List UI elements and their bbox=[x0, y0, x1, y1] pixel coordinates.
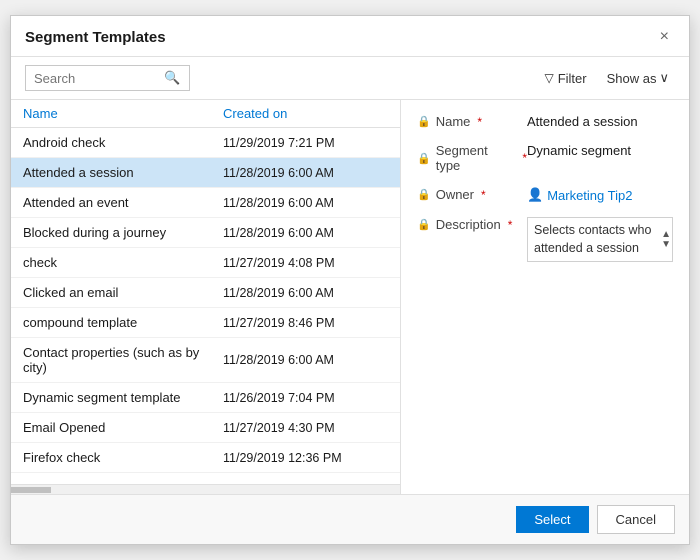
list-header: Name Created on bbox=[11, 100, 400, 128]
row-name: Attended an event bbox=[23, 195, 223, 210]
row-date: 11/28/2019 6:00 AM bbox=[223, 226, 334, 240]
down-arrow[interactable]: ▼ bbox=[661, 240, 671, 250]
row-name: Attended a session bbox=[23, 165, 223, 180]
segment-type-label: Segment type bbox=[436, 143, 516, 173]
detail-panel: 🔒 Name * Attended a session 🔒 Segment ty… bbox=[401, 100, 689, 494]
cancel-button[interactable]: Cancel bbox=[597, 505, 675, 534]
list-panel: Name Created on Android check11/29/2019 … bbox=[11, 100, 401, 494]
col-created-header[interactable]: Created on bbox=[223, 106, 287, 121]
content-area: Name Created on Android check11/29/2019 … bbox=[11, 100, 689, 494]
lock-icon-3: 🔒 bbox=[417, 188, 431, 201]
close-button[interactable]: × bbox=[654, 26, 675, 48]
lock-icon-4: 🔒 bbox=[417, 218, 431, 231]
filter-label: Filter bbox=[558, 71, 587, 86]
row-date: 11/28/2019 6:00 AM bbox=[223, 196, 334, 210]
horizontal-scrollbar[interactable] bbox=[11, 484, 400, 494]
footer: Select Cancel bbox=[11, 494, 689, 544]
lock-icon: 🔒 bbox=[417, 115, 431, 128]
filter-button[interactable]: ▽ Filter bbox=[538, 67, 592, 90]
row-name: Clicked an email bbox=[23, 285, 223, 300]
col-name-header[interactable]: Name bbox=[23, 106, 223, 121]
list-item[interactable]: check11/27/2019 4:08 PM bbox=[11, 248, 400, 278]
list-item[interactable]: Blocked during a journey11/28/2019 6:00 … bbox=[11, 218, 400, 248]
row-name: Dynamic segment template bbox=[23, 390, 223, 405]
row-date: 11/28/2019 6:00 AM bbox=[223, 353, 334, 367]
row-date: 11/29/2019 7:21 PM bbox=[223, 136, 335, 150]
detail-owner-row: 🔒 Owner * 👤 Marketing Tip2 bbox=[417, 187, 673, 203]
required-star-4: * bbox=[508, 218, 513, 232]
row-date: 11/28/2019 6:00 AM bbox=[223, 166, 334, 180]
row-date: 11/26/2019 7:04 PM bbox=[223, 391, 335, 405]
row-name: Blocked during a journey bbox=[23, 225, 223, 240]
name-label-container: 🔒 Name * bbox=[417, 114, 527, 129]
owner-label: Owner bbox=[436, 187, 474, 202]
owner-label-container: 🔒 Owner * bbox=[417, 187, 527, 202]
segment-type-value: Dynamic segment bbox=[527, 143, 631, 158]
segment-templates-dialog: Segment Templates × 🔍 ▽ Filter Show as ∨… bbox=[10, 15, 690, 545]
select-button[interactable]: Select bbox=[516, 506, 588, 533]
show-as-button[interactable]: Show as ∨ bbox=[601, 66, 675, 90]
description-value: Selects contacts who attended a session bbox=[527, 217, 673, 262]
dialog-header: Segment Templates × bbox=[11, 16, 689, 57]
row-name: compound template bbox=[23, 315, 223, 330]
search-input[interactable] bbox=[34, 71, 164, 86]
list-item[interactable]: Clicked an email11/28/2019 6:00 AM bbox=[11, 278, 400, 308]
row-date: 11/27/2019 8:46 PM bbox=[223, 316, 335, 330]
row-date: 11/27/2019 4:08 PM bbox=[223, 256, 335, 270]
owner-value[interactable]: 👤 Marketing Tip2 bbox=[527, 187, 632, 203]
list-item[interactable]: Android check11/29/2019 7:21 PM bbox=[11, 128, 400, 158]
list-item[interactable]: Dynamic segment template11/26/2019 7:04 … bbox=[11, 383, 400, 413]
list-item[interactable]: Contact properties (such as by city)11/2… bbox=[11, 338, 400, 383]
required-star-3: * bbox=[481, 188, 486, 202]
scrollbar-thumb bbox=[11, 487, 51, 493]
detail-description-row: 🔒 Description * Selects contacts who att… bbox=[417, 217, 673, 262]
list-item[interactable]: Email Opened11/27/2019 4:30 PM bbox=[11, 413, 400, 443]
description-label-container: 🔒 Description * bbox=[417, 217, 527, 232]
segment-type-label-container: 🔒 Segment type * bbox=[417, 143, 527, 173]
detail-name-row: 🔒 Name * Attended a session bbox=[417, 114, 673, 129]
row-date: 11/29/2019 12:36 PM bbox=[223, 451, 342, 465]
name-value: Attended a session bbox=[527, 114, 638, 129]
show-as-label: Show as bbox=[607, 71, 657, 86]
row-date: 11/27/2019 4:30 PM bbox=[223, 421, 335, 435]
list-item[interactable]: Firefox check11/29/2019 12:36 PM bbox=[11, 443, 400, 473]
row-name: Firefox check bbox=[23, 450, 223, 465]
owner-name: Marketing Tip2 bbox=[547, 188, 632, 203]
search-icon: 🔍 bbox=[164, 70, 180, 86]
toolbar: 🔍 ▽ Filter Show as ∨ bbox=[11, 57, 689, 100]
search-box: 🔍 bbox=[25, 65, 190, 91]
list-item[interactable]: compound template11/27/2019 8:46 PM bbox=[11, 308, 400, 338]
row-name: Email Opened bbox=[23, 420, 223, 435]
detail-segment-type-row: 🔒 Segment type * Dynamic segment bbox=[417, 143, 673, 173]
description-container: Selects contacts who attended a session … bbox=[527, 217, 673, 262]
row-date: 11/28/2019 6:00 AM bbox=[223, 286, 334, 300]
row-name: Contact properties (such as by city) bbox=[23, 345, 223, 375]
scroll-arrows[interactable]: ▲ ▼ bbox=[661, 230, 671, 250]
required-star: * bbox=[477, 115, 482, 129]
row-name: Android check bbox=[23, 135, 223, 150]
dialog-title: Segment Templates bbox=[25, 29, 166, 46]
chevron-down-icon: ∨ bbox=[659, 70, 669, 86]
row-name: check bbox=[23, 255, 223, 270]
filter-icon: ▽ bbox=[544, 71, 553, 85]
person-icon: 👤 bbox=[527, 187, 543, 203]
lock-icon-2: 🔒 bbox=[417, 152, 431, 165]
name-field-label: Name bbox=[436, 114, 471, 129]
description-label: Description bbox=[436, 217, 501, 232]
list-item[interactable]: Attended an event11/28/2019 6:00 AM bbox=[11, 188, 400, 218]
list-item[interactable]: Attended a session11/28/2019 6:00 AM bbox=[11, 158, 400, 188]
list-body: Android check11/29/2019 7:21 PMAttended … bbox=[11, 128, 400, 484]
